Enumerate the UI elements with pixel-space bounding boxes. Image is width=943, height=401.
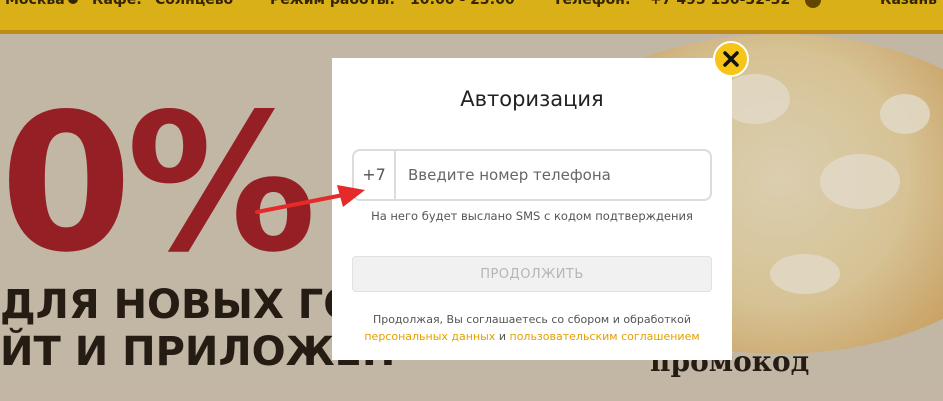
personal-data-link[interactable]: персональных данных [364,330,495,343]
agreement-prefix: Продолжая, Вы соглашаетесь со сбором и о… [372,313,692,326]
phone-input[interactable] [408,151,704,199]
sms-hint: На него будет выслано SMS с кодом подтве… [371,209,693,223]
auth-modal: Авторизация +7 На него будет выслано SMS… [332,58,732,360]
close-icon [723,51,739,67]
close-button[interactable] [713,41,749,77]
continue-button[interactable]: ПРОДОЛЖИТЬ [352,256,712,292]
agreement-and: и [498,330,506,343]
agreement-text: Продолжая, Вы соглашаетесь со сбором и о… [332,311,732,345]
arrow-annotation [255,185,365,214]
terms-link[interactable]: пользовательским соглашением [510,330,700,343]
modal-title: Авторизация [460,87,604,111]
phone-field[interactable]: +7 [352,149,712,201]
